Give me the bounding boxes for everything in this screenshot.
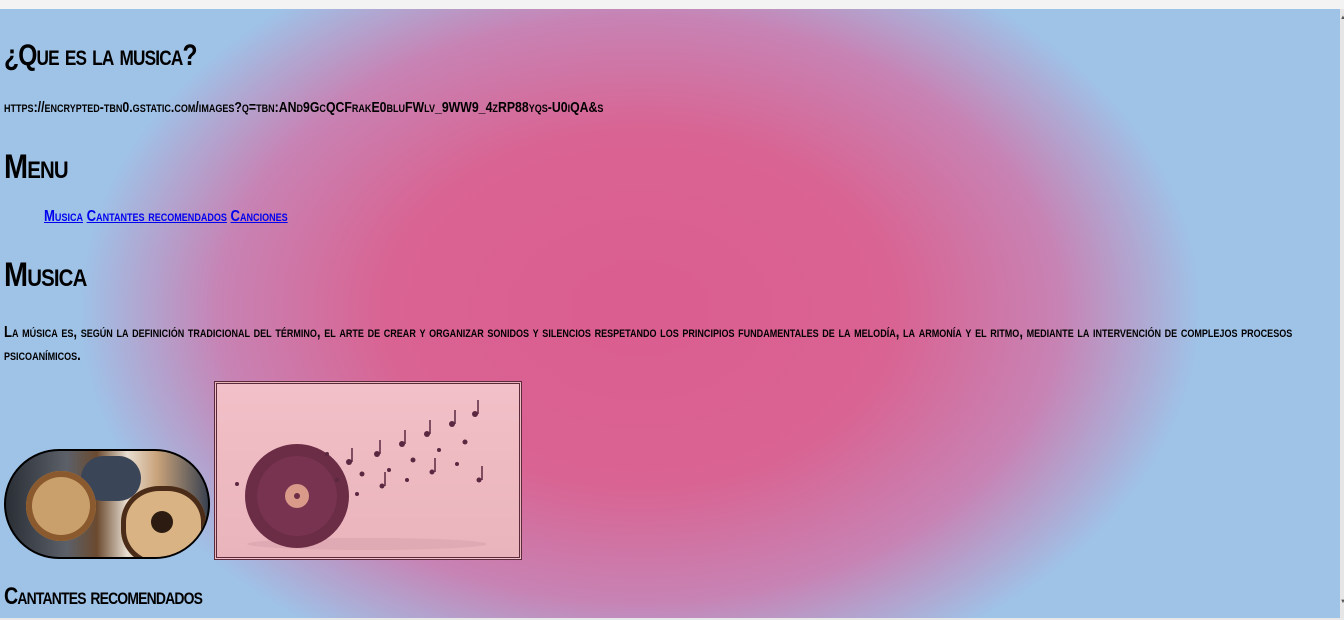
scroll-down-arrow-icon[interactable]: ▼ xyxy=(1340,598,1344,606)
scroll-up-arrow-icon[interactable]: ▲ xyxy=(1340,14,1344,22)
menu-link-canciones[interactable]: Canciones xyxy=(231,208,288,225)
top-bar xyxy=(0,0,1344,9)
musica-paragraph: La música es, según la definición tradic… xyxy=(4,324,1293,364)
vinyl-notes-image xyxy=(214,381,522,560)
menu-link-cantantes[interactable]: Cantantes recomendados xyxy=(87,208,227,225)
musica-heading: Musica xyxy=(4,256,87,294)
menu-link-musica[interactable]: Musica xyxy=(44,208,83,225)
page-title: ¿Que es la musica? xyxy=(4,39,198,72)
menu-heading: Menu xyxy=(4,148,69,186)
guitar-image xyxy=(4,449,210,559)
menu-links: Musica Cantantes recomendados Canciones xyxy=(44,208,288,226)
cantantes-heading: Cantantes recomendados xyxy=(4,583,203,610)
vertical-scrollbar[interactable] xyxy=(1340,9,1344,618)
image-url-text: https://encrypted-tbn0.gstatic.com/image… xyxy=(4,99,604,116)
page-viewport: ¿Que es la musica? https://encrypted-tbn… xyxy=(0,9,1340,618)
